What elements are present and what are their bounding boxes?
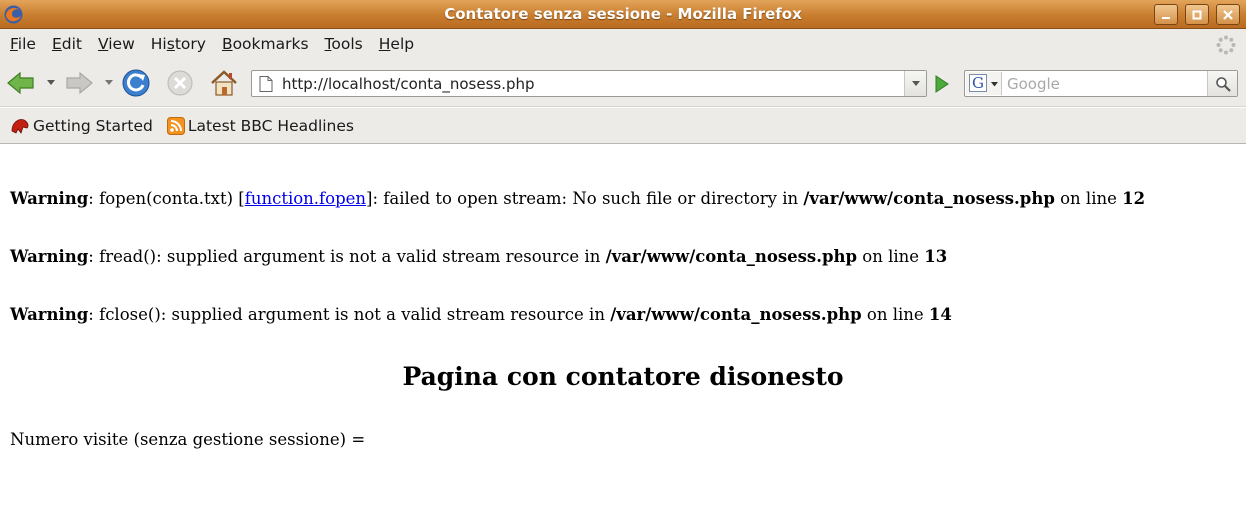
warning-line: 12 bbox=[1122, 189, 1146, 208]
google-engine-icon: G bbox=[969, 74, 987, 92]
visit-counter-text: Numero visite (senza gestione sessione) … bbox=[10, 430, 366, 449]
php-warning-fread: Warning: fread(): supplied argument is n… bbox=[10, 247, 948, 266]
bookmark-label: Latest BBC Headlines bbox=[187, 116, 354, 135]
url-text[interactable]: http://localhost/conta_nosess.php bbox=[282, 75, 535, 93]
navigation-toolbar: http://localhost/conta_nosess.php G Goog… bbox=[0, 59, 1246, 107]
warning-label: Warning bbox=[10, 189, 89, 208]
menu-tools[interactable]: Tools bbox=[317, 35, 371, 53]
rss-feed-icon bbox=[166, 116, 185, 135]
menu-edit[interactable]: Edit bbox=[44, 35, 90, 53]
reload-button[interactable] bbox=[121, 69, 151, 97]
url-history-dropdown[interactable] bbox=[904, 71, 926, 96]
page-heading: Pagina con contatore disonesto bbox=[402, 362, 844, 391]
warning-file: /var/www/conta_nosess.php bbox=[803, 189, 1055, 208]
warning-label: Warning bbox=[10, 247, 89, 266]
search-engine-selector[interactable]: G bbox=[966, 72, 1002, 95]
maximize-button[interactable] bbox=[1185, 4, 1209, 25]
menu-bookmarks[interactable]: Bookmarks bbox=[214, 35, 317, 53]
home-button[interactable] bbox=[209, 69, 239, 97]
menu-history[interactable]: History bbox=[143, 35, 214, 53]
warning-file: /var/www/conta_nosess.php bbox=[605, 247, 858, 266]
bookmark-latest-bbc-headlines[interactable]: Latest BBC Headlines bbox=[166, 116, 354, 135]
address-bar[interactable]: http://localhost/conta_nosess.php bbox=[251, 70, 927, 97]
window-titlebar[interactable]: Contatore senza sessione - Mozilla Firef… bbox=[0, 0, 1246, 29]
menu-view[interactable]: View bbox=[90, 35, 143, 53]
close-icon bbox=[1223, 9, 1233, 20]
php-warning-fopen: Warning: fopen(conta.txt) [function.fope… bbox=[10, 189, 1146, 208]
menu-file[interactable]: File bbox=[2, 35, 44, 53]
menu-help[interactable]: Help bbox=[371, 35, 422, 53]
function-fopen-link[interactable]: function.fopen bbox=[245, 189, 366, 208]
warning-label: Warning bbox=[10, 305, 89, 324]
search-input[interactable]: Google bbox=[1007, 75, 1060, 93]
page-icon bbox=[259, 76, 273, 92]
warning-file: /var/www/conta_nosess.php bbox=[610, 305, 862, 324]
chevron-down-icon bbox=[911, 80, 920, 86]
warning-line: 14 bbox=[928, 305, 952, 324]
throbber-icon bbox=[1216, 35, 1236, 55]
warning-line: 13 bbox=[924, 247, 948, 266]
forward-arrow-icon bbox=[66, 71, 93, 95]
bookmarks-toolbar: Getting Started Latest BBC Headlines bbox=[0, 108, 1246, 144]
home-icon bbox=[211, 70, 237, 96]
reload-icon bbox=[122, 69, 150, 97]
search-icon bbox=[1215, 76, 1231, 92]
back-button[interactable] bbox=[6, 69, 36, 97]
minimize-icon bbox=[1162, 16, 1170, 19]
back-history-chevron-down-icon[interactable] bbox=[47, 80, 55, 86]
bookmark-label: Getting Started bbox=[33, 116, 153, 135]
menu-bar: File Edit View History Bookmarks Tools H… bbox=[0, 29, 1246, 59]
page-content: Warning: fopen(conta.txt) [function.fope… bbox=[0, 145, 1246, 510]
minimize-button[interactable] bbox=[1154, 4, 1178, 25]
search-button[interactable] bbox=[1207, 71, 1237, 96]
stop-icon bbox=[167, 70, 193, 96]
forward-button[interactable] bbox=[64, 69, 94, 97]
forward-history-chevron-down-icon[interactable] bbox=[105, 80, 113, 86]
go-button[interactable] bbox=[930, 73, 952, 95]
search-bar[interactable]: G Google bbox=[964, 70, 1238, 97]
close-button[interactable] bbox=[1216, 4, 1240, 25]
maximize-icon bbox=[1192, 10, 1202, 19]
window-title: Contatore senza sessione - Mozilla Firef… bbox=[444, 5, 802, 23]
chevron-down-icon bbox=[991, 82, 998, 87]
bookmark-getting-started[interactable]: Getting Started bbox=[10, 117, 153, 135]
getting-started-icon bbox=[11, 118, 29, 134]
php-warning-fclose: Warning: fclose(): supplied argument is … bbox=[10, 305, 952, 324]
stop-button[interactable] bbox=[165, 69, 195, 97]
back-arrow-icon bbox=[7, 71, 34, 95]
